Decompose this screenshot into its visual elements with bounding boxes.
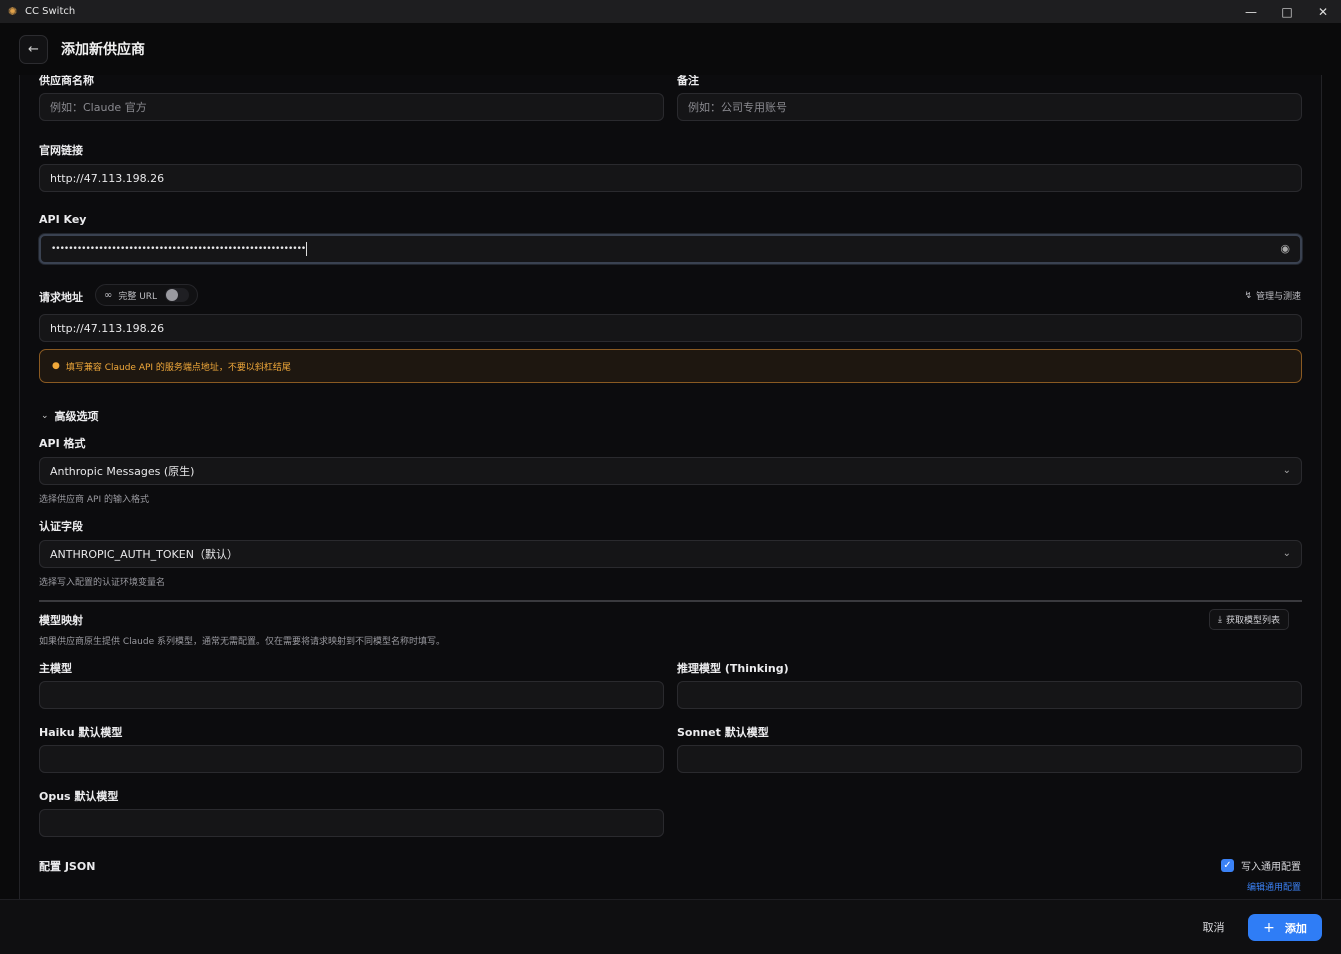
model-mapping-hint: 如果供应商原生提供 Claude 系列模型，通常无需配置。仅在需要将请求映射到不… (39, 637, 445, 647)
fetch-models-label: 获取模型列表 (1225, 616, 1280, 626)
full-url-toggle[interactable]: ∞ 完整 URL (95, 284, 199, 306)
title-bar: ✺ CC Switch — □ ✕ (0, 0, 1341, 23)
edit-common-config-link[interactable]: 编辑通用配置 (1247, 880, 1301, 893)
close-icon[interactable]: ✕ (1305, 0, 1341, 23)
api-key-value: ••••••••••••••••••••••••••••••••••••••••… (51, 244, 306, 254)
api-format-select[interactable]: Anthropic Messages (原生) ⌄ (39, 457, 1302, 485)
opus-model-input[interactable] (39, 809, 664, 837)
sonnet-model-input[interactable] (677, 745, 1302, 773)
auth-field-value: ANTHROPIC_AUTH_TOKEN（默认） (50, 548, 238, 561)
api-format-label: API 格式 (39, 437, 86, 450)
window-controls: — □ ✕ (1233, 0, 1341, 23)
minimize-icon[interactable]: — (1233, 0, 1269, 23)
advanced-label: 高级选项 (54, 410, 99, 423)
endpoint-input[interactable]: http://47.113.198.26 (39, 314, 1302, 342)
opus-model-label: Opus 默认模型 (39, 790, 119, 803)
endpoint-warning: ● 填写兼容 Claude API 的服务端点地址，不要以斜杠结尾 (39, 349, 1302, 383)
maximize-icon[interactable]: □ (1269, 0, 1305, 23)
thinking-model-label: 推理模型 (Thinking) (677, 662, 789, 675)
window-title: CC Switch (25, 6, 76, 17)
endpoint-warning-text: 填写兼容 Claude API 的服务端点地址，不要以斜杠结尾 (65, 362, 291, 373)
link-icon: ∞ (104, 289, 113, 301)
haiku-model-label: Haiku 默认模型 (39, 726, 123, 739)
manage-speedtest-label: 管理与测速 (1255, 292, 1301, 302)
cancel-button[interactable]: 取消 (1191, 915, 1236, 939)
advanced-toggle[interactable]: ⌄ 高级选项 (41, 408, 99, 424)
notes-label: 备注 (677, 75, 699, 87)
text-cursor (306, 242, 308, 256)
full-url-switch[interactable] (165, 288, 190, 302)
add-button-label: 添加 (1284, 921, 1307, 935)
back-button[interactable]: ← (19, 34, 48, 64)
chevron-down-icon: ⌄ (41, 411, 49, 421)
fetch-models-button[interactable]: ⤓ 获取模型列表 (1209, 609, 1289, 630)
form-panel[interactable]: 供应商名称 例如：Claude 官方 备注 例如：公司专用账号 官网链接 htt… (19, 75, 1322, 899)
write-common-config-checkbox[interactable]: ✓ 写入通用配置 (1221, 858, 1301, 873)
api-key-input[interactable]: ••••••••••••••••••••••••••••••••••••••••… (39, 234, 1302, 264)
website-label: 官网链接 (39, 144, 83, 157)
provider-name-input[interactable]: 例如：Claude 官方 (39, 93, 664, 121)
api-format-hint: 选择供应商 API 的输入格式 (39, 495, 149, 505)
auth-field-hint: 选择写入配置的认证环境变量名 (39, 578, 166, 588)
sun-icon: ✺ (8, 4, 18, 18)
api-format-value: Anthropic Messages (原生) (50, 465, 195, 478)
page-header: ← 添加新供应商 (0, 23, 1341, 75)
download-icon: ⤓ (1218, 614, 1222, 625)
write-common-config-label: 写入通用配置 (1241, 862, 1301, 873)
auth-field-select[interactable]: ANTHROPIC_AUTH_TOKEN（默认） ⌄ (39, 540, 1302, 568)
chevron-down-icon: ⌄ (1282, 465, 1291, 476)
main-model-input[interactable] (39, 681, 664, 709)
page-title: 添加新供应商 (61, 42, 145, 58)
full-url-label: 完整 URL (118, 291, 158, 302)
chevron-down-icon: ⌄ (1282, 548, 1291, 559)
section-divider (39, 600, 1302, 602)
website-input[interactable]: http://47.113.198.26 (39, 164, 1302, 192)
config-json-label: 配置 JSON (39, 860, 96, 873)
haiku-model-input[interactable] (39, 745, 664, 773)
sonnet-model-label: Sonnet 默认模型 (677, 726, 769, 739)
lightbulb-icon: ● (52, 361, 60, 371)
thinking-model-input[interactable] (677, 681, 1302, 709)
main-model-label: 主模型 (39, 662, 72, 675)
check-icon[interactable]: ✓ (1221, 859, 1234, 872)
model-mapping-label: 模型映射 (39, 614, 83, 627)
arrow-left-icon: ← (28, 41, 39, 57)
manage-speedtest-button[interactable]: ↯ 管理与测速 (1244, 289, 1301, 303)
add-button[interactable]: + 添加 (1248, 914, 1322, 941)
eye-icon[interactable]: ◉ (1280, 242, 1290, 255)
footer-bar: 取消 + 添加 (0, 899, 1341, 954)
notes-input[interactable]: 例如：公司专用账号 (677, 93, 1302, 121)
auth-field-label: 认证字段 (39, 520, 83, 533)
zap-icon: ↯ (1244, 290, 1252, 301)
provider-name-label: 供应商名称 (39, 75, 94, 87)
api-key-label: API Key (39, 213, 87, 226)
plus-icon: + (1263, 919, 1275, 936)
endpoint-label: 请求地址 (39, 291, 83, 304)
